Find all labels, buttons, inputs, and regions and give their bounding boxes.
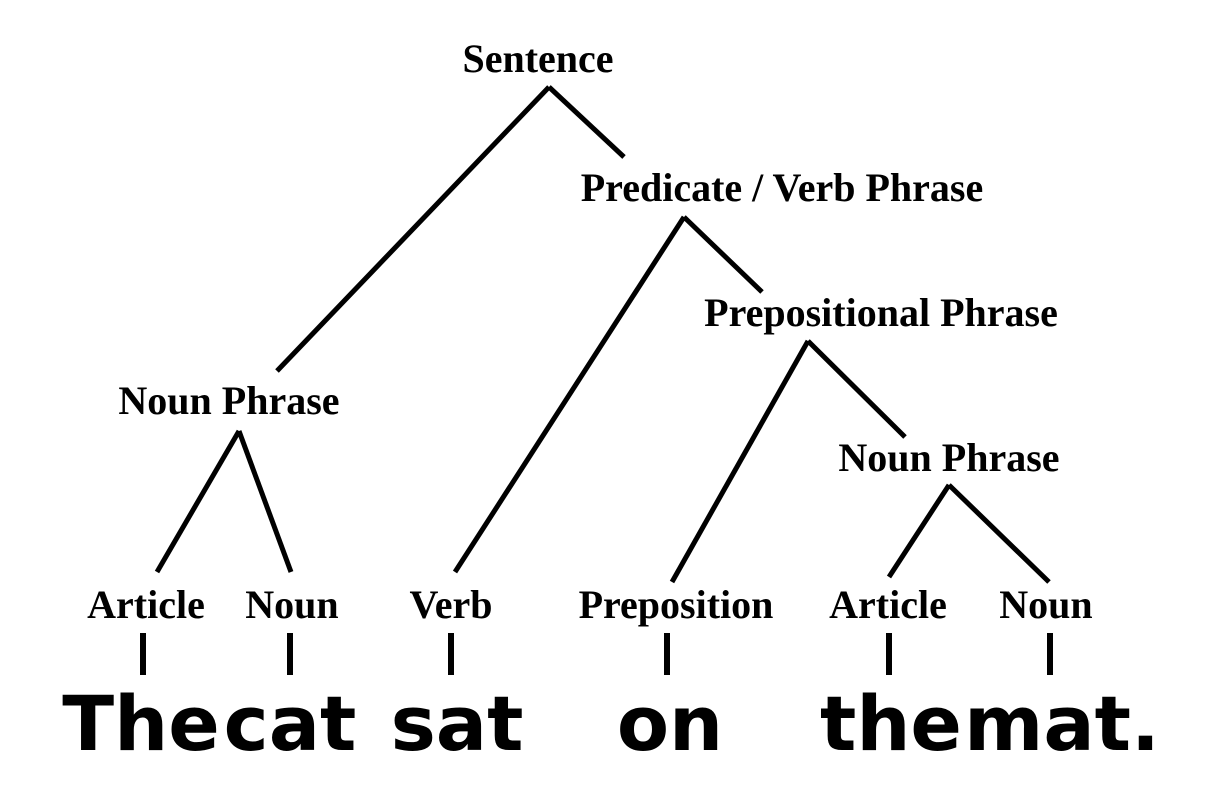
branch-prep-phrase-to-noun-phrase [806, 339, 907, 439]
pos-noun-1: Noun [245, 582, 338, 627]
word-the-2: the [820, 679, 962, 768]
branch-noun-phrase-to-noun [236, 430, 294, 573]
node-predicate-verb-phrase: Predicate / Verb Phrase [581, 165, 984, 210]
branch-sentence-to-noun-phrase [275, 85, 551, 373]
word-connectors [140, 633, 1053, 675]
word-mat: mat. [964, 679, 1160, 768]
branch-noun-phrase-to-article [154, 429, 242, 574]
pos-noun-2: Noun [999, 582, 1092, 627]
word-on: on [617, 679, 723, 768]
pos-article-2: Article [829, 582, 947, 627]
word-the: The [62, 679, 220, 768]
pos-article-1: Article [87, 582, 205, 627]
sentence-words: The cat sat on the mat. [62, 679, 1160, 768]
branch-prep-phrase-to-preposition [669, 339, 811, 584]
node-sentence: Sentence [462, 36, 613, 81]
branch-predicate-to-verb [452, 215, 687, 574]
node-object-noun-phrase: Noun Phrase [838, 435, 1059, 480]
phrase-nodes: Sentence Predicate / Verb Phrase Preposi… [118, 36, 1059, 480]
word-cat: cat [224, 679, 357, 768]
parse-tree-diagram: Sentence Predicate / Verb Phrase Preposi… [62, 36, 1160, 768]
word-sat: sat [391, 679, 524, 768]
pos-preposition: Preposition [579, 582, 774, 627]
part-of-speech-row: Article Noun Verb Preposition Article No… [87, 582, 1093, 627]
branch-object-np-to-noun [947, 483, 1051, 584]
branch-sentence-to-predicate [547, 85, 626, 159]
branch-predicate-to-prep-phrase [682, 215, 764, 294]
pos-verb: Verb [410, 582, 493, 627]
node-subject-noun-phrase: Noun Phrase [118, 378, 339, 423]
node-prepositional-phrase: Prepositional Phrase [704, 290, 1058, 335]
branch-object-np-to-article [886, 483, 952, 579]
